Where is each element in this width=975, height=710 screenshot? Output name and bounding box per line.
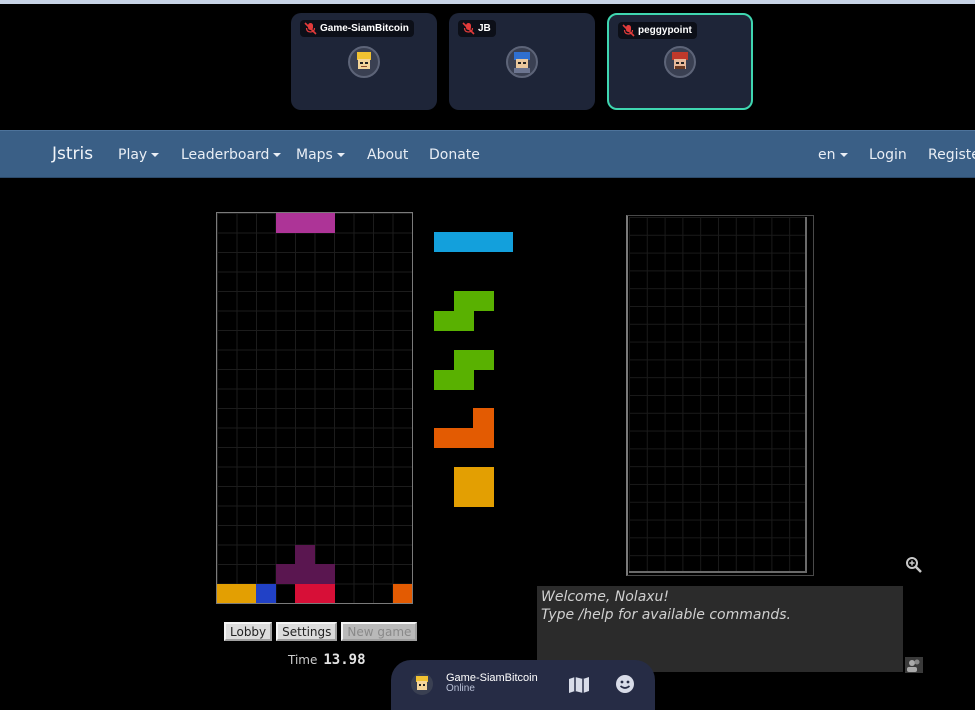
player-card-1[interactable]: Game-SiamBitcoin [291,13,437,110]
chat-line: Welcome, Nolaxu! [541,589,670,605]
queue-piece-cell [453,232,474,253]
nav-language[interactable]: en [818,147,848,163]
caret-down-icon [336,153,345,157]
caret-down-icon [839,153,848,157]
ghost-cell [314,564,335,584]
brand-logo[interactable]: Jstris [52,144,93,164]
nav-donate[interactable]: Donate [429,147,480,163]
active-piece-cell [295,213,315,233]
player-card-3[interactable]: peggypoint [607,13,753,110]
ghost-cell [275,564,296,584]
opponent-board [626,215,814,576]
nav-about[interactable]: About [367,147,408,163]
queue-piece-cell [473,232,494,253]
player-tag: Game-SiamBitcoin [300,20,414,37]
player-tag: peggypoint [618,22,697,39]
queue-piece-cell [453,427,474,448]
queue-piece-cell [473,467,494,488]
opponent-grid [629,217,807,573]
avatar [664,46,696,78]
avatar [506,46,538,78]
top-strip [0,0,975,4]
locked-cell [295,583,315,603]
game-buttons: Lobby Settings New game [224,622,418,641]
locked-cell [392,583,412,603]
nav-login[interactable]: Login [869,147,907,163]
player-tag: JB [458,20,496,37]
new-game-button[interactable]: New game [341,622,418,641]
queue-piece-cell [434,369,455,390]
avatar [348,46,380,78]
mic-off-icon[interactable] [462,22,475,35]
timer: Time 13.98 [288,652,366,668]
locked-cell [217,583,237,603]
queue-piece-cell [473,486,494,507]
queue-piece-cell [453,486,474,507]
locked-cell [314,583,335,603]
queue-piece-cell [453,291,474,312]
locked-cell [256,583,276,603]
nav-register[interactable]: Register [928,147,975,163]
active-piece-cell [275,213,296,233]
queue-piece-cell [453,467,474,488]
caret-down-icon [151,153,160,157]
player-cards: Game-SiamBitcoin JB peggypoint [0,13,975,111]
player-name: peggypoint [638,25,692,36]
nav-leaderboard[interactable]: Leaderboard [181,147,282,163]
queue-piece-cell [473,427,494,448]
timer-value: 13.98 [323,652,366,668]
queue-piece-cell [434,232,455,253]
lobby-button[interactable]: Lobby [224,622,273,641]
queue-piece-cell [473,291,494,312]
next-queue [434,232,516,512]
bottom-player-status: Online [446,683,475,694]
chat-line: Type /help for available commands. [541,607,791,623]
map-icon[interactable] [568,676,590,694]
ghost-cell [295,564,315,584]
queue-piece-cell [434,427,455,448]
caret-down-icon [273,153,282,157]
player-card-2[interactable]: JB [449,13,595,110]
queue-piece-cell [453,310,474,331]
zoom-in-icon[interactable] [905,556,923,574]
nav-maps[interactable]: Maps [296,147,345,163]
queue-piece-cell [453,369,474,390]
ghost-cell [295,544,315,565]
game-board[interactable] [216,212,413,604]
navbar: Jstris Play Leaderboard Maps About Donat… [0,130,975,178]
nav-play[interactable]: Play [118,147,160,163]
mic-off-icon[interactable] [622,24,635,37]
queue-piece-cell [434,310,455,331]
settings-button[interactable]: Settings [276,622,338,641]
queue-piece-cell [473,408,494,429]
queue-piece-cell [473,350,494,371]
locked-cell [236,583,257,603]
player-name: JB [478,23,491,34]
timer-label: Time [288,653,318,667]
queue-piece-cell [493,232,514,253]
player-name: Game-SiamBitcoin [320,23,409,34]
chat-users-icon[interactable] [905,657,923,673]
smile-icon[interactable] [615,674,635,694]
mic-off-icon[interactable] [304,22,317,35]
queue-piece-cell [453,350,474,371]
bottom-player-panel: Game-SiamBitcoin Online [391,660,655,710]
active-piece-cell [314,213,335,233]
